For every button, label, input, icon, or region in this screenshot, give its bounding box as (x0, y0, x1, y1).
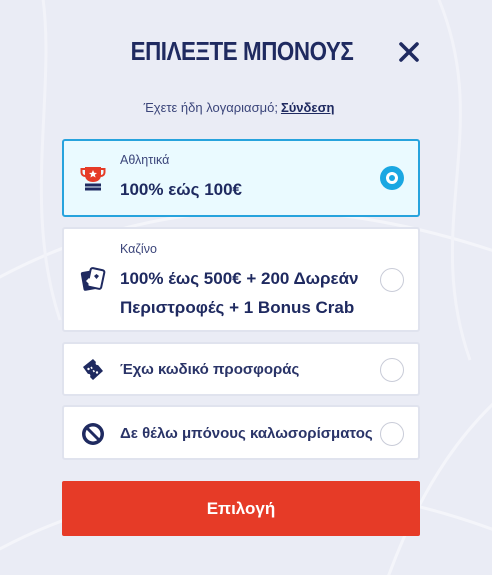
option-category: Αθλητικά (120, 153, 170, 167)
option-title: Δε θέλω μπόνους καλωσορίσματος (120, 425, 373, 442)
radio-unselected[interactable] (380, 268, 404, 292)
option-title-line1: 100% έως 500€ + 200 Δωρεάν (120, 269, 359, 288)
bonus-option-sports[interactable]: Αθλητικά 100% εώς 100€ (62, 139, 420, 217)
modal-title: ΕΠΙΛΕΞΤΕ ΜΠΟΝΟΥΣ (130, 36, 354, 66)
login-prompt: Έχετε ήδη λογαριασμό; Σύνδεση (0, 100, 478, 115)
option-title: Έχω κωδικό προσφοράς (120, 361, 300, 378)
ticket-icon (83, 359, 103, 380)
bonus-option-no-bonus[interactable]: Δε θέλω μπόνους καλωσορίσματος (62, 405, 420, 460)
radio-unselected[interactable] (380, 358, 404, 382)
option-title-line2: Περιστροφές + 1 Bonus Crab (120, 298, 355, 317)
option-title: 100% εώς 100€ (120, 180, 243, 199)
bonus-option-promo-code[interactable]: Έχω κωδικό προσφοράς (62, 342, 420, 396)
login-prompt-text: Έχετε ήδη λογαριασμό; (143, 100, 278, 115)
close-icon (399, 42, 419, 62)
bonus-option-casino[interactable]: Καζίνο 100% έως 500€ + 200 Δωρεάν Περιστ… (62, 227, 420, 332)
close-button[interactable] (397, 40, 421, 64)
no-entry-icon (82, 423, 104, 445)
radio-selected[interactable] (380, 166, 404, 190)
option-category: Καζίνο (120, 242, 157, 256)
modal-header: ΕΠΙΛΕΞΤΕ ΜΠΟΝΟΥΣ (0, 36, 492, 72)
login-link[interactable]: Σύνδεση (281, 100, 335, 115)
radio-unselected[interactable] (380, 422, 404, 446)
casino-cards-icon (80, 267, 106, 291)
submit-button[interactable]: Επιλογή (62, 481, 420, 536)
trophy-icon (80, 167, 106, 191)
